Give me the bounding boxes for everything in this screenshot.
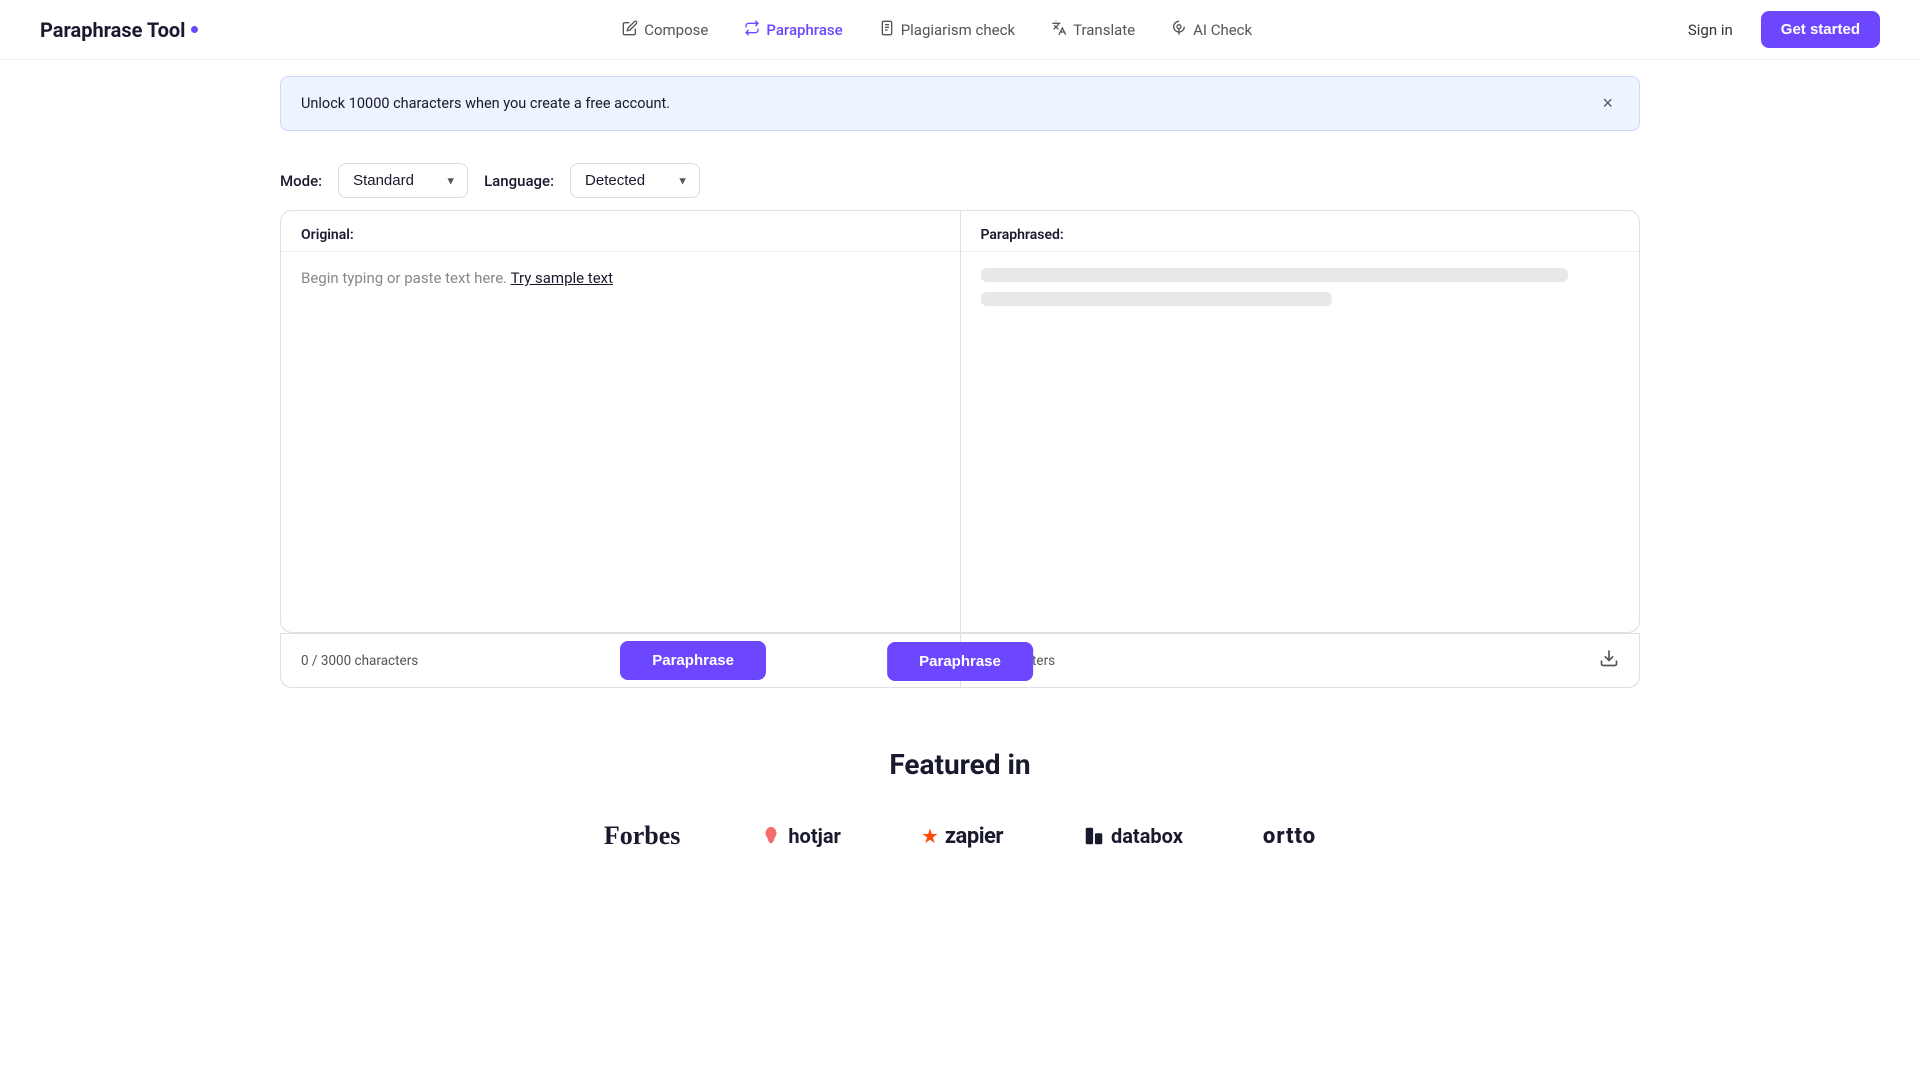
- original-pane: Original: Begin typing or paste text her…: [281, 211, 961, 632]
- language-label: Language:: [484, 172, 554, 190]
- header-right: Sign in Get started: [1676, 11, 1880, 48]
- zapier-label: zapier: [945, 824, 1003, 849]
- navigation: Compose Paraphrase Plagiarism check Tran…: [608, 12, 1266, 48]
- nav-aicheck-label: AI Check: [1193, 21, 1252, 39]
- sign-in-link[interactable]: Sign in: [1676, 13, 1745, 47]
- download-icon[interactable]: [1599, 648, 1619, 673]
- featured-title: Featured in: [0, 748, 1920, 781]
- aicheck-icon: [1171, 20, 1187, 40]
- compose-icon: [622, 20, 638, 40]
- paraphrase-btn-container: Paraphrase: [887, 642, 1033, 681]
- paraphrase-button[interactable]: Paraphrase: [620, 641, 766, 680]
- original-header: Original:: [281, 211, 960, 252]
- databox-icon: [1083, 825, 1105, 847]
- databox-label: databox: [1111, 824, 1183, 848]
- editor-container: Original: Begin typing or paste text her…: [280, 210, 1640, 633]
- nav-translate[interactable]: Translate: [1037, 12, 1149, 48]
- hotjar-icon: [760, 825, 782, 847]
- nav-compose-label: Compose: [644, 21, 708, 39]
- sample-text-link[interactable]: Try sample text: [511, 269, 613, 287]
- nav-paraphrase[interactable]: Paraphrase: [730, 12, 856, 48]
- skeleton-line-1: [981, 268, 1568, 282]
- header: Paraphrase Tool Compose Paraphrase Plagi…: [0, 0, 1920, 60]
- banner-text: Unlock 10000 characters when you create …: [301, 95, 670, 112]
- paraphrased-body: [961, 252, 1640, 632]
- brand-hotjar: hotjar: [760, 824, 841, 848]
- brand-databox: databox: [1083, 824, 1183, 848]
- nav-plagiarism-label: Plagiarism check: [901, 21, 1015, 39]
- plagiarism-icon: [879, 20, 895, 40]
- logo-dot: [191, 26, 198, 33]
- mode-select-wrapper: Standard Fluency Formal Academic Simple …: [338, 163, 468, 198]
- nav-paraphrase-label: Paraphrase: [766, 21, 842, 39]
- nav-aicheck[interactable]: AI Check: [1157, 12, 1266, 48]
- featured-section: Featured in Forbes hotjar zapier databox: [0, 688, 1920, 891]
- original-label: Original:: [301, 227, 354, 243]
- paraphrase-button-main[interactable]: Paraphrase: [887, 642, 1033, 681]
- paraphrase-icon: [744, 20, 760, 40]
- mode-label: Mode:: [280, 172, 322, 190]
- placeholder-main: Begin typing or paste text here.: [301, 269, 511, 287]
- char-count: 0 / 3000 characters: [301, 653, 418, 669]
- paraphrased-header: Paraphrased:: [961, 211, 1640, 252]
- paraphrased-pane: Paraphrased:: [961, 211, 1640, 632]
- brand-ortto: ortto: [1263, 824, 1316, 849]
- placeholder-text: Begin typing or paste text here. Try sam…: [301, 269, 613, 287]
- logo[interactable]: Paraphrase Tool: [40, 18, 198, 42]
- zapier-icon: [921, 827, 939, 845]
- brand-zapier: zapier: [921, 824, 1003, 849]
- promo-banner: Unlock 10000 characters when you create …: [280, 76, 1640, 131]
- original-footer: 0 / 3000 characters Paraphrase: [281, 633, 961, 687]
- nav-translate-label: Translate: [1073, 21, 1135, 39]
- mode-select[interactable]: Standard Fluency Formal Academic Simple …: [338, 163, 468, 198]
- nav-plagiarism[interactable]: Plagiarism check: [865, 12, 1029, 48]
- logo-text: Paraphrase Tool: [40, 18, 185, 42]
- ortto-label: ortto: [1263, 824, 1316, 849]
- hotjar-label: hotjar: [788, 824, 841, 848]
- brand-logos: Forbes hotjar zapier databox ortto: [0, 821, 1920, 851]
- nav-compose[interactable]: Compose: [608, 12, 722, 48]
- skeleton-line-2: [981, 292, 1332, 306]
- forbes-label: Forbes: [604, 821, 681, 851]
- language-select-wrapper: Detected English Spanish French German I…: [570, 163, 700, 198]
- get-started-button[interactable]: Get started: [1761, 11, 1880, 48]
- translate-icon: [1051, 20, 1067, 40]
- banner-close-button[interactable]: ×: [1596, 91, 1619, 116]
- paraphrased-footer: 0 characters: [961, 633, 1640, 687]
- controls-bar: Mode: Standard Fluency Formal Academic S…: [0, 147, 1920, 210]
- brand-forbes: Forbes: [604, 821, 681, 851]
- paraphrased-label: Paraphrased:: [981, 227, 1064, 243]
- original-body[interactable]: Begin typing or paste text here. Try sam…: [281, 252, 960, 632]
- language-select[interactable]: Detected English Spanish French German I…: [570, 163, 700, 198]
